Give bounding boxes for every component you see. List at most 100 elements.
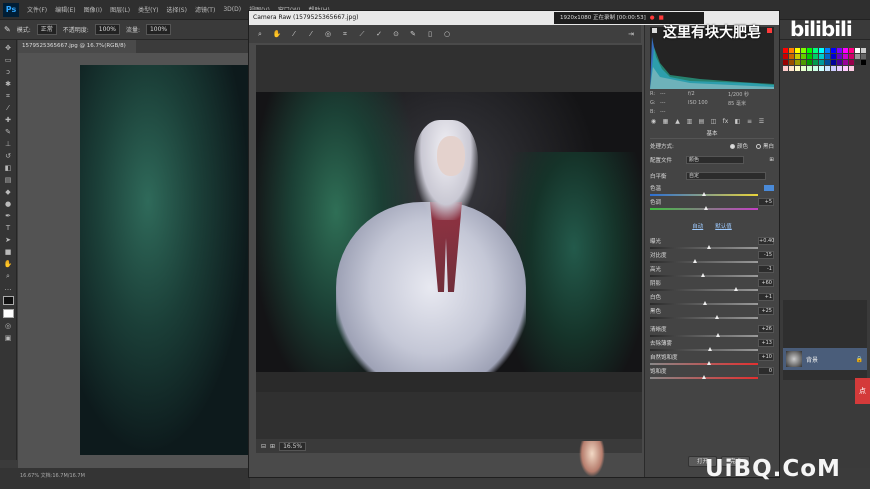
basic-tab-icon[interactable]: ◉ (650, 118, 657, 125)
menu-layer[interactable]: 图层(L) (106, 5, 134, 14)
slider-thumb[interactable] (700, 273, 705, 277)
slider-track[interactable] (650, 192, 758, 196)
color-swatch[interactable] (831, 48, 836, 53)
slider-thumb[interactable] (708, 347, 713, 351)
calibration-tab-icon[interactable]: ◧ (734, 118, 741, 125)
color-swatch[interactable] (807, 48, 812, 53)
color-swatch[interactable] (843, 54, 848, 59)
color-swatch[interactable] (855, 54, 860, 59)
color-swatch[interactable] (789, 60, 794, 65)
slider-thumb[interactable] (716, 333, 721, 337)
color-swatch[interactable] (849, 60, 854, 65)
tone-curve-tab-icon[interactable]: ▦ (662, 118, 669, 125)
color-swatch[interactable] (807, 60, 812, 65)
eraser-tool-icon[interactable]: ◧ (3, 164, 14, 172)
auto-link[interactable]: 自动 (692, 222, 703, 232)
adjust-brush-icon[interactable]: ✎ (409, 30, 417, 38)
color-swatch[interactable] (783, 66, 788, 71)
profile-browser-icon[interactable]: ⊞ (769, 157, 774, 163)
menu-filter[interactable]: 滤镜(T) (191, 5, 219, 14)
color-swatch[interactable] (849, 48, 854, 53)
color-swatch[interactable] (849, 54, 854, 59)
color-swatch[interactable] (837, 54, 842, 59)
slider-track[interactable] (650, 375, 758, 379)
color-swatch[interactable] (789, 66, 794, 71)
hsl-tab-icon[interactable]: ▥ (686, 118, 693, 125)
hand-icon[interactable]: ✋ (273, 30, 282, 38)
brush-tool-icon[interactable]: ✎ (4, 25, 11, 34)
red-eye-icon[interactable]: ⊙ (392, 30, 400, 38)
menu-3d[interactable]: 3D(D) (219, 6, 245, 13)
clipping-shadow-icon[interactable] (652, 28, 657, 33)
dodge-tool-icon[interactable]: ● (3, 200, 14, 208)
color-swatch[interactable] (801, 66, 806, 71)
color-swatch[interactable] (819, 48, 824, 53)
effects-tab-icon[interactable]: fx (722, 118, 729, 125)
red-side-tab[interactable]: 点 (855, 378, 870, 404)
more-tools-icon[interactable]: … (3, 284, 14, 292)
zoom-icon[interactable]: ⌕ (256, 30, 264, 38)
wb-select[interactable]: 自定 (686, 172, 766, 180)
slider-value-field[interactable]: +13 (758, 339, 774, 347)
opacity-field[interactable]: 100% (94, 24, 120, 35)
quick-mask-icon[interactable]: ◎ (3, 322, 14, 330)
open-preferences-icon[interactable]: ⇥ (627, 30, 635, 38)
slider-value-field[interactable]: 0 (758, 367, 774, 375)
layer-row-background[interactable]: 背景 🔒 (783, 348, 867, 370)
zoom-tool-icon[interactable]: ⌕ (3, 272, 14, 280)
color-swatch[interactable] (801, 54, 806, 59)
color-swatch[interactable] (825, 48, 830, 53)
slider-value-field[interactable]: +60 (758, 279, 774, 287)
profile-select[interactable]: 颜色 (686, 156, 744, 164)
crop-tool-icon[interactable]: ⌗ (3, 92, 14, 100)
color-swatch[interactable] (801, 60, 806, 65)
slider-thumb[interactable] (714, 315, 719, 319)
color-swatch[interactable] (843, 66, 848, 71)
color-swatch[interactable] (825, 66, 830, 71)
slider-value-field[interactable]: -15 (758, 251, 774, 259)
shape-tool-icon[interactable]: ■ (3, 248, 14, 256)
color-swatch[interactable] (813, 60, 818, 65)
color-swatch[interactable] (843, 60, 848, 65)
color-swatch[interactable] (783, 48, 788, 53)
hand-tool-icon[interactable]: ✋ (3, 260, 14, 268)
move-tool-icon[interactable]: ✥ (3, 44, 14, 52)
slider-track[interactable] (650, 333, 758, 337)
slider-track[interactable] (650, 347, 758, 351)
color-swatch[interactable] (795, 60, 800, 65)
color-swatch[interactable] (813, 48, 818, 53)
slider-value-field[interactable]: +10 (758, 353, 774, 361)
healing-tool-icon[interactable]: ✚ (3, 116, 14, 124)
color-swatch[interactable] (861, 48, 866, 53)
color-swatch[interactable] (783, 60, 788, 65)
color-swatch[interactable] (819, 54, 824, 59)
split-toning-tab-icon[interactable]: ▤ (698, 118, 705, 125)
default-link[interactable]: 默认值 (715, 222, 732, 232)
text-tool-icon[interactable]: T (3, 224, 14, 232)
slider-track[interactable] (650, 287, 758, 291)
brush-icon[interactable]: ✎ (3, 128, 14, 136)
menu-file[interactable]: 文件(F) (23, 5, 51, 14)
color-sampler-icon[interactable]: ⁄ (307, 30, 315, 38)
radial-filter-icon[interactable]: ○ (443, 30, 451, 38)
menu-edit[interactable]: 编辑(E) (51, 5, 79, 14)
color-swatch[interactable] (861, 60, 866, 65)
color-swatch[interactable] (795, 66, 800, 71)
mode-select[interactable]: 正常 (36, 24, 57, 35)
color-swatch[interactable] (825, 60, 830, 65)
slider-thumb[interactable] (693, 259, 698, 263)
slider-track[interactable] (650, 301, 758, 305)
eyedropper-tool-icon[interactable]: ⁄ (3, 104, 14, 112)
slider-thumb[interactable] (702, 375, 706, 379)
slider-track[interactable] (650, 361, 758, 365)
treatment-bw-option[interactable]: 黑白 (755, 142, 774, 150)
slider-thumb[interactable] (704, 206, 709, 210)
color-swatch[interactable] (855, 48, 860, 53)
straighten-icon[interactable]: ⟋ (358, 30, 366, 38)
target-adjust-icon[interactable]: ◎ (324, 30, 332, 38)
color-swatch[interactable] (801, 48, 806, 53)
slider-value-field[interactable]: -1 (758, 265, 774, 273)
color-swatch[interactable] (825, 54, 830, 59)
temperature-value-field[interactable] (764, 185, 774, 191)
color-swatch[interactable] (789, 48, 794, 53)
